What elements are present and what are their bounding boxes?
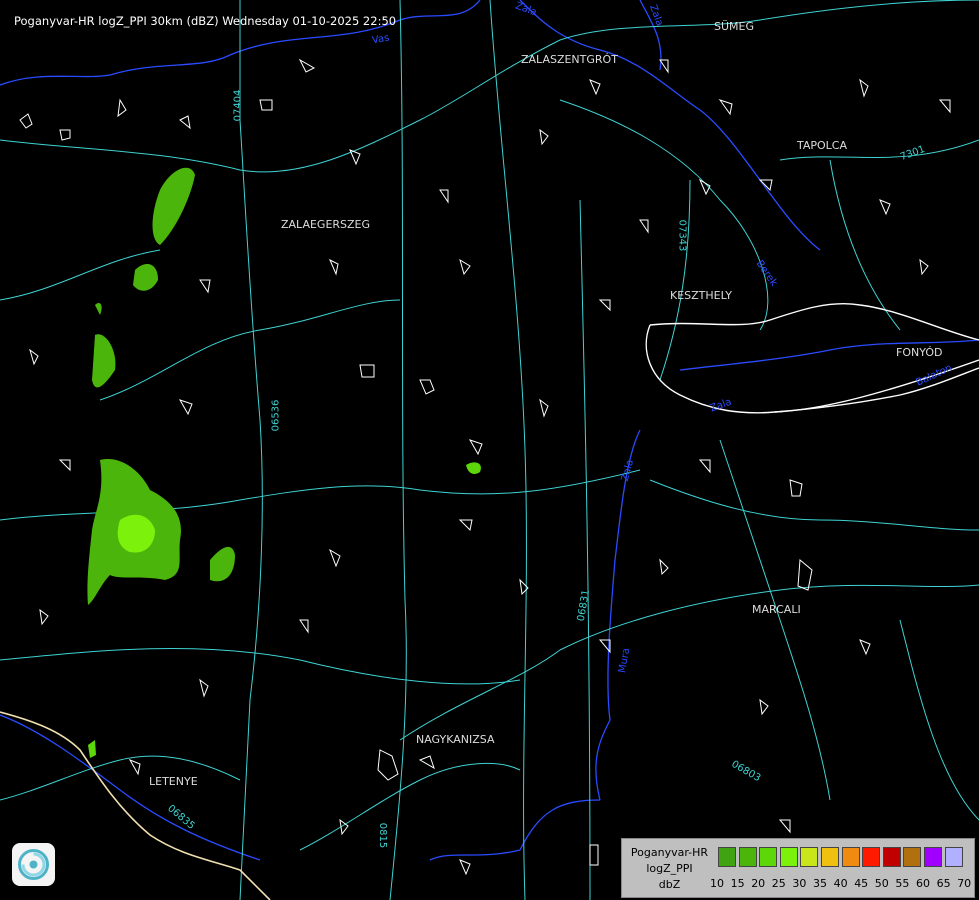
city-label: ZALASZENTGRÓT [521, 53, 618, 66]
legend-swatch [903, 847, 922, 867]
legend-swatch [738, 847, 757, 867]
legend-value: 70 [957, 877, 972, 890]
radar-logo-icon [12, 843, 55, 886]
map-layer [0, 0, 979, 900]
radar-echoes [87, 167, 481, 758]
echo-cell [92, 334, 116, 388]
echo-cell [466, 462, 481, 474]
echo-cell [88, 740, 96, 758]
echo-cell [152, 167, 195, 245]
legend-swatch [779, 847, 798, 867]
legend-swatch [841, 847, 860, 867]
legend-value: 55 [895, 877, 910, 890]
city-label: NAGYKANIZSA [416, 733, 495, 746]
city-label: MARCALI [752, 603, 801, 616]
road-label: 07404 [232, 89, 244, 122]
legend-value: 25 [771, 877, 786, 890]
city-label: TAPOLCA [797, 139, 848, 152]
legend-swatch [882, 847, 901, 867]
legend-swatch [924, 847, 942, 867]
legend-value: 15 [730, 877, 745, 890]
road-label: 06536 [270, 399, 282, 432]
roads [0, 0, 979, 900]
legend-value: 60 [916, 877, 930, 890]
legend: Poganyvar-HR logZ_PPI dbZ 10 15 20 25 30 35 40… [621, 838, 975, 898]
legend-value: 45 [854, 877, 869, 890]
map-title: Poganyvar-HR logZ_PPI 30km (dBZ) Wednesd… [14, 14, 397, 28]
echo-cell [210, 546, 235, 582]
legend-value: 20 [751, 877, 766, 890]
legend-swatch [944, 847, 963, 867]
city-label: FONYÓD [896, 346, 943, 359]
legend-value: 30 [792, 877, 807, 890]
road-label: 0815 [377, 822, 389, 849]
radar-map: Poganyvar-HR logZ_PPI 30km (dBZ) Wednesd… [0, 0, 979, 900]
legend-value: 10 [710, 877, 724, 890]
legend-swatch [718, 847, 736, 867]
city-label: KESZTHELY [670, 289, 733, 302]
city-label: LETENYE [149, 775, 198, 788]
legend-swatch [862, 847, 881, 867]
legend-swatch [759, 847, 778, 867]
echo-cell [133, 264, 158, 291]
legend-swatch [821, 847, 839, 867]
echo-cell [95, 303, 102, 315]
legend-value: 35 [813, 877, 827, 890]
legend-value: 40 [833, 877, 848, 890]
road-label: 07343 [676, 219, 688, 252]
city-label: ZALAEGERSZEG [281, 218, 371, 231]
legend-value: 65 [936, 877, 951, 890]
city-label: SÜMEG [714, 20, 754, 33]
rivers [0, 0, 979, 861]
legend-swatch [800, 847, 819, 867]
legend-title: Poganyvar-HR logZ_PPI dbZ [630, 846, 709, 891]
legend-value: 50 [874, 877, 889, 890]
settlement-outlines [19, 58, 951, 876]
